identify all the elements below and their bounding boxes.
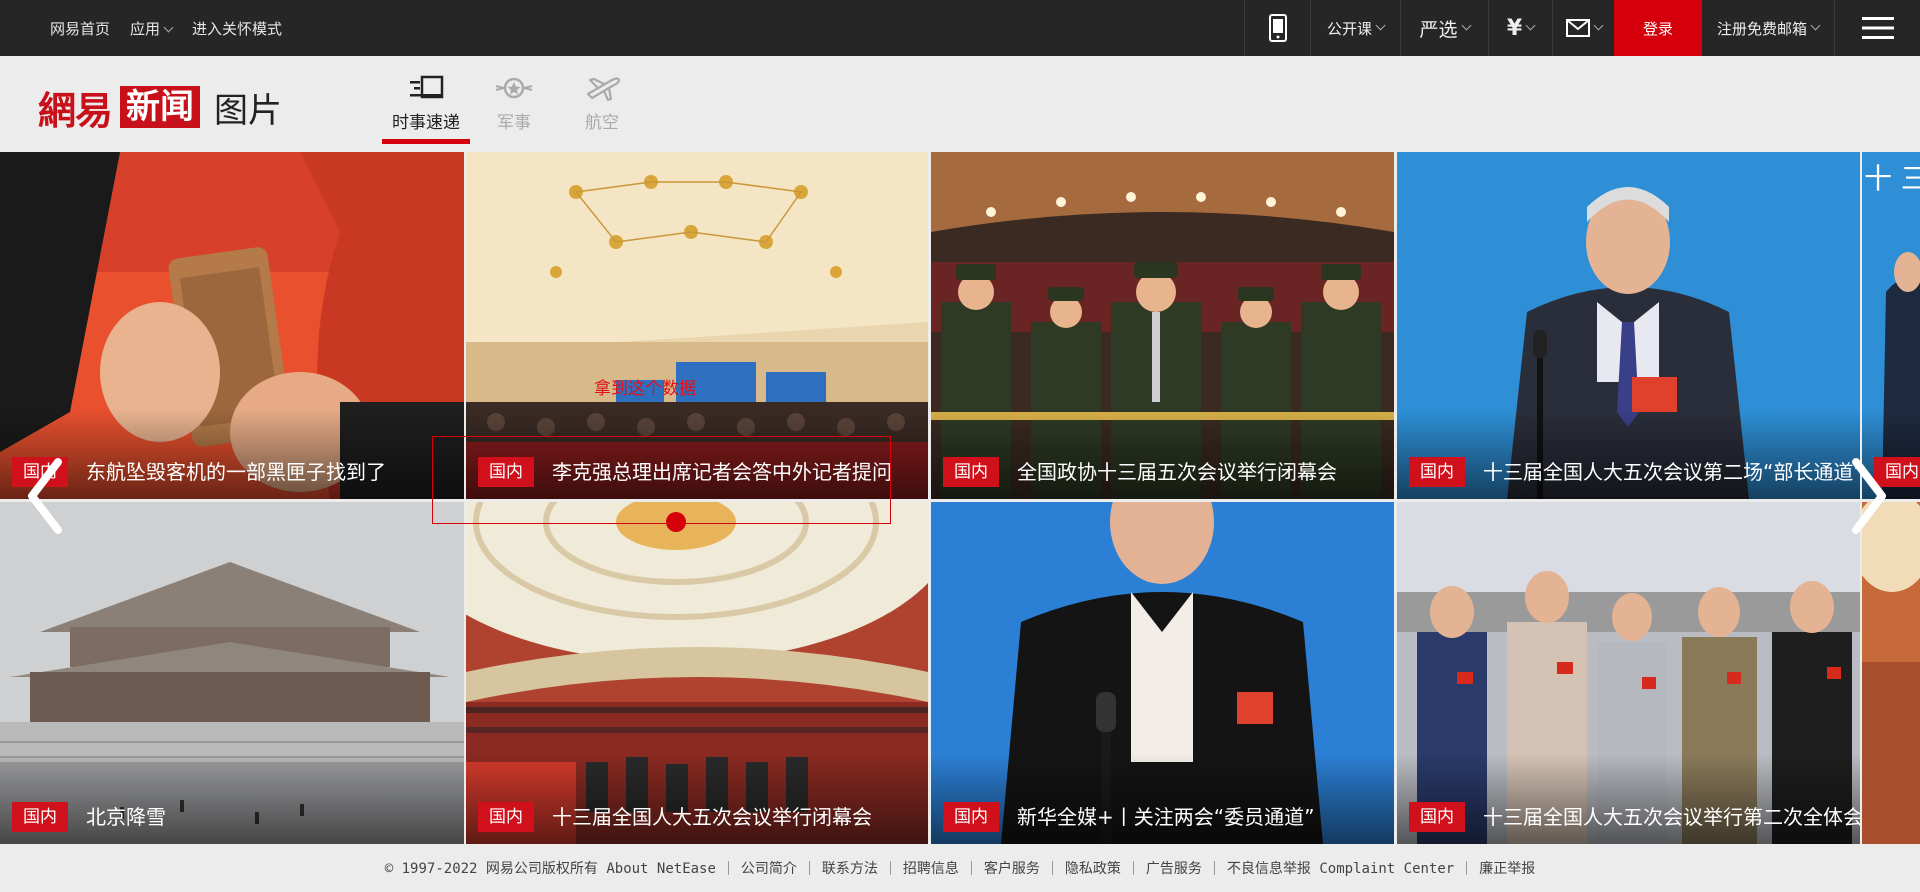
chevron-down-icon: [163, 22, 174, 32]
tab-current-affairs[interactable]: 时事速递: [382, 70, 470, 152]
caption-shade: [1397, 754, 1860, 844]
airplane-icon: [586, 77, 621, 102]
footer-divider: [1051, 861, 1053, 875]
footer-divider: [808, 861, 810, 875]
photo-tile[interactable]: 国内 十三届全国人大五次会议举行闭幕会: [466, 502, 928, 844]
page-footer: © 1997-2022 网易公司版权所有 About NetEase 公司简介 …: [0, 844, 1920, 892]
footer-divider: [889, 861, 891, 875]
yanxuan-menu[interactable]: 严选: [1400, 0, 1488, 56]
register-label: 注册免费邮箱: [1716, 19, 1807, 38]
category-badge[interactable]: 国内: [1409, 802, 1465, 832]
menu-icon: [1861, 17, 1894, 39]
open-course-menu[interactable]: 公开课: [1310, 0, 1400, 56]
login-button[interactable]: 登录: [1614, 0, 1702, 56]
mail-menu[interactable]: [1552, 0, 1614, 56]
photo-tile[interactable]: 国内 东航坠毁客机的一部黑匣子找到了: [0, 152, 464, 499]
category-badge[interactable]: 国内: [1409, 457, 1465, 487]
copyright-text: © 1997-2022 网易公司版权所有 About NetEase: [384, 861, 716, 877]
yanxuan-label: 严选: [1419, 18, 1458, 41]
site-header: 網易 新闻 图片 时事速递 军事 航空: [0, 56, 1920, 152]
logo-netease: 網易: [38, 87, 113, 133]
footer-divider: [970, 861, 972, 875]
tab-aviation[interactable]: 航空: [558, 70, 646, 152]
previous-arrow-icon[interactable]: [24, 456, 64, 536]
chevron-down-icon: [1525, 20, 1536, 30]
footer-link-integrity[interactable]: 廉正举报: [1479, 858, 1535, 878]
logo-news: 新闻: [120, 86, 201, 128]
photo-title[interactable]: 北京降雪: [86, 801, 166, 830]
photo-title[interactable]: 十三届全国人大五次会议第二场“部长通道”: [1483, 456, 1860, 485]
netease-news-logo[interactable]: 網易 新闻 图片: [38, 86, 282, 133]
photo-title[interactable]: 十三届全国人大五次会议举行闭幕会: [552, 801, 872, 830]
category-badge[interactable]: 国内: [943, 457, 999, 487]
footer-link-ads[interactable]: 广告服务: [1146, 858, 1202, 878]
caption-shade: [931, 409, 1394, 499]
photo-tile[interactable]: [1862, 502, 1920, 844]
mobile-app-button[interactable]: [1244, 0, 1310, 56]
apps-label: 应用: [130, 19, 161, 38]
phone-icon: [1268, 14, 1287, 42]
footer-link-report[interactable]: 不良信息举报 Complaint Center: [1227, 858, 1454, 878]
mail-icon: [1565, 19, 1590, 37]
caption-shade: [466, 754, 928, 844]
chevron-down-icon: [1810, 20, 1821, 30]
photo-tile[interactable]: 国内 北京降雪: [0, 502, 464, 844]
photo-title[interactable]: 新华全媒+丨关注两会“委员通道”: [1017, 801, 1314, 830]
svg-text:十 三: 十 三: [1864, 162, 1920, 195]
finance-menu[interactable]: ¥: [1488, 0, 1552, 56]
category-badge[interactable]: 国内: [943, 802, 999, 832]
photo-tile[interactable]: 国内 新华全媒+丨关注两会“委员通道”: [931, 502, 1394, 844]
apps-menu[interactable]: 应用: [130, 18, 174, 39]
chevron-down-icon: [1593, 20, 1603, 30]
logo-section: 图片: [214, 90, 283, 131]
tab-label: 军事: [497, 113, 531, 133]
active-tab-indicator: [382, 139, 470, 144]
care-mode-link[interactable]: 进入关怀模式: [192, 18, 282, 39]
category-badge[interactable]: 国内: [12, 802, 68, 832]
open-course-label: 公开课: [1326, 19, 1372, 38]
home-link[interactable]: 网易首页: [50, 18, 110, 39]
footer-link-about[interactable]: 公司简介: [741, 858, 797, 878]
caption-shade: [931, 754, 1394, 844]
military-icon: [495, 77, 533, 99]
footer-divider: [1132, 861, 1134, 875]
annotation-highlight-box: [432, 436, 891, 524]
photo-tile[interactable]: 国内 十三届全国人大五次会议第二场“部长通道”: [1397, 152, 1860, 499]
footer-link-service[interactable]: 客户服务: [984, 858, 1040, 878]
footer-link-privacy[interactable]: 隐私政策: [1065, 858, 1121, 878]
caption-shade: [0, 409, 464, 499]
photo-title[interactable]: 东航坠毁客机的一部黑匣子找到了: [86, 456, 386, 485]
photo-grid: 国内 东航坠毁客机的一部黑匣子找到了 国内 李克强总理出席记者会答中外记者提问 …: [0, 152, 1920, 844]
tab-label: 航空: [585, 113, 619, 133]
next-arrow-icon[interactable]: [1850, 456, 1890, 536]
footer-link-contact[interactable]: 联系方法: [822, 858, 878, 878]
photo-tile[interactable]: 国内 全国政协十三届五次会议举行闭幕会: [931, 152, 1394, 499]
footer-link-jobs[interactable]: 招聘信息: [903, 858, 959, 878]
category-badge[interactable]: 国内: [478, 802, 534, 832]
footer-divider: [727, 861, 729, 875]
photo-tile[interactable]: 十 三 国内: [1862, 152, 1920, 499]
footer-divider: [1466, 861, 1468, 875]
annotation-label: 拿到这个数据: [594, 379, 696, 399]
photo-tile[interactable]: 国内 十三届全国人大五次会议举行第二次全体会议: [1397, 502, 1860, 844]
hamburger-menu-button[interactable]: [1834, 0, 1920, 56]
photo-title[interactable]: 十三届全国人大五次会议举行第二次全体会议: [1483, 801, 1860, 830]
caption-shade: [1397, 409, 1860, 499]
chevron-down-icon: [1461, 20, 1471, 30]
top-right-menu: 公开课 严选 ¥ 登录 注册免费邮箱: [1244, 0, 1920, 56]
channel-tabs: 时事速递 军事 航空: [382, 70, 646, 152]
chevron-down-icon: [1375, 20, 1386, 30]
photo-title[interactable]: 全国政协十三届五次会议举行闭幕会: [1017, 456, 1337, 485]
photo-partial: [1862, 502, 1920, 844]
register-mail-menu[interactable]: 注册免费邮箱: [1702, 0, 1834, 56]
tab-label: 时事速递: [392, 113, 460, 133]
yen-icon: ¥: [1506, 15, 1523, 41]
caption-shade: [0, 754, 464, 844]
top-left-links: 网易首页 应用 进入关怀模式: [50, 0, 282, 56]
tab-military[interactable]: 军事: [470, 70, 558, 152]
top-navigation-bar: 网易首页 应用 进入关怀模式 公开课 严选 ¥ 登录 注册免费邮箱: [0, 0, 1920, 56]
news-icon: [410, 75, 444, 99]
footer-divider: [1213, 861, 1215, 875]
